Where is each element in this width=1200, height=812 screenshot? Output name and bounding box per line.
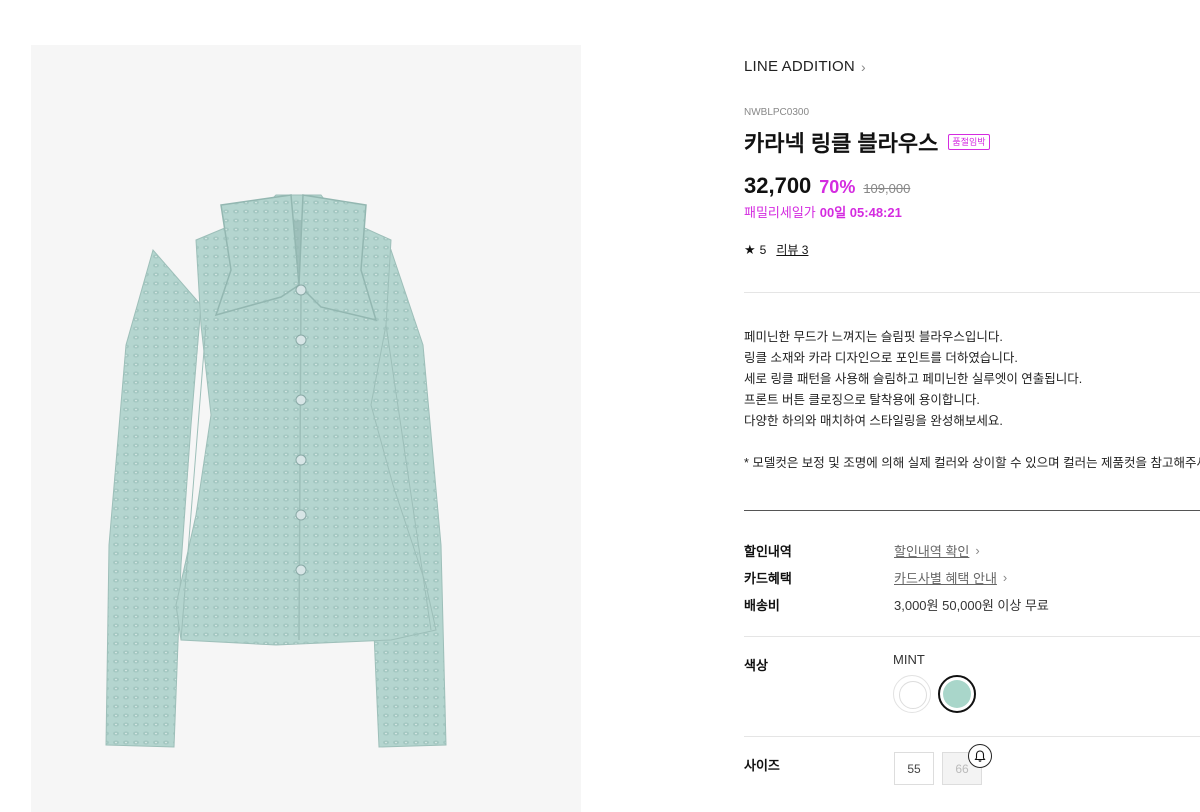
discount-detail-link[interactable]: 할인내역 확인 › [894,541,980,560]
swatch-fill [899,681,927,709]
description-line: 페미닌한 무드가 느껴지는 슬림핏 블라우스입니다. [744,330,1003,344]
brand-link[interactable]: LINE ADDITION › [744,58,866,75]
bell-icon[interactable] [968,744,992,768]
blouse-illustration [105,194,447,748]
description-line: 세로 링클 패턴을 사용해 슬림하고 페미닌한 실루엣이 연출됩니다. [744,372,1083,386]
spec-value: 3,000원 50,000원 이상 무료 [894,598,1049,613]
chevron-right-icon: › [860,58,866,75]
divider [744,736,1200,737]
card-benefit-link[interactable]: 카드사별 혜택 안내 › [894,568,1007,587]
size-label: 사이즈 [744,758,780,773]
product-code: NWBLPC0300 [744,107,810,118]
sale-timer: 00일 05:48:21 [819,205,902,220]
spec-label: 할인내역 [744,544,792,559]
description-line: 다양한 하의와 매치하여 스타일링을 완성해보세요. [744,414,1003,428]
color-label: 색상 [744,658,768,673]
description-note: * 모델컷은 보정 및 조명에 의해 실제 컬러와 상이할 수 있으며 컬러는 … [744,456,1200,470]
original-price: 109,000 [863,181,911,196]
discount-rate: 70% [819,177,856,197]
bell-glyph [974,750,986,762]
divider [744,292,1200,293]
review-link[interactable]: 리뷰 3 [776,241,808,258]
size-option-55[interactable]: 55 [894,752,934,785]
brand-name[interactable]: LINE ADDITION [744,58,855,75]
star-icon: ★ [744,241,756,257]
sale-label: 패밀리세일가 [744,205,816,220]
product-description: 페미닌한 무드가 느껴지는 슬림핏 블라우스입니다. 링클 소재와 카라 디자인… [744,327,1200,474]
product-image[interactable] [31,45,581,812]
product-title: 카라넥 링클 블라우스 [744,131,939,156]
description-line: 프론트 버튼 클로징으로 탈착용에 용이합니다. [744,393,980,407]
swatch-fill [943,680,971,708]
description-line: 링클 소재와 카라 디자인으로 포인트를 더하였습니다. [744,351,1018,365]
spec-value[interactable]: 할인내역 확인 [894,541,969,560]
title-row: 카라넥 링클 블라우스 품절임박 [744,126,990,158]
divider [744,636,1200,637]
product-info: LINE ADDITION › NWBLPC0300 카라넥 링클 블라우스 품… [744,0,1200,812]
rating-row: ★ 5 리뷰 3 [744,241,808,258]
color-swatch-mint[interactable] [938,675,976,713]
spec-label: 배송비 [744,598,780,613]
divider [744,510,1200,511]
color-swatch-white[interactable] [893,675,931,713]
price-row: 32,700 70% 109,000 [744,173,910,199]
spec-value[interactable]: 카드사별 혜택 안내 [894,568,997,587]
rating-value: 5 [759,242,767,257]
chevron-right-icon: › [975,543,980,558]
sale-price: 32,700 [744,173,812,198]
spec-label: 카드혜택 [744,571,792,586]
spec-card: 카드혜택 카드사별 혜택 안내 › [744,568,1200,587]
spec-shipping: 배송비 3,000원 50,000원 이상 무료 [744,595,1200,614]
selected-color-name: MINT [893,652,925,667]
spec-discount: 할인내역 할인내역 확인 › [744,541,1200,560]
stock-badge: 품절임박 [948,134,990,150]
family-sale-row: 패밀리세일가 00일 05:48:21 [744,202,902,221]
chevron-right-icon: › [1002,570,1008,585]
